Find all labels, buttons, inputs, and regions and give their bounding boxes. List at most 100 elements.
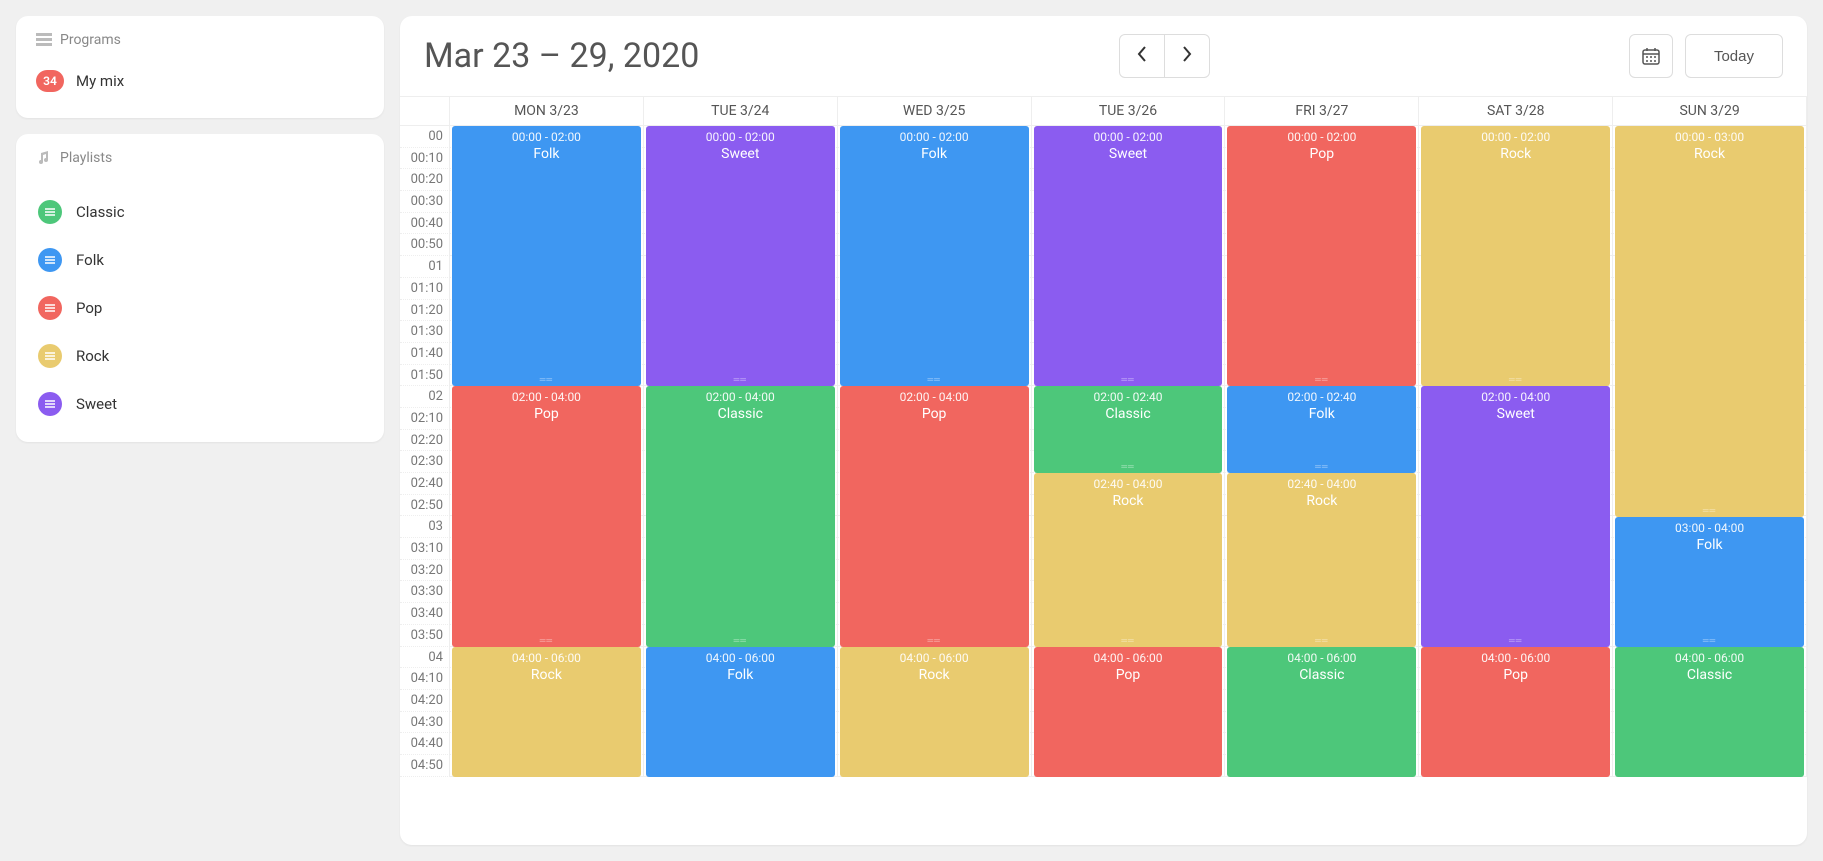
- resize-handle-icon[interactable]: ══: [1615, 636, 1804, 645]
- schedule-event[interactable]: 02:00 - 02:40Folk══: [1227, 386, 1416, 473]
- schedule-event[interactable]: 03:00 - 04:00Folk══: [1615, 517, 1804, 647]
- event-time: 04:00 - 06:00: [1034, 651, 1223, 665]
- event-label: Pop: [1227, 146, 1416, 162]
- chevron-right-icon: [1182, 46, 1192, 67]
- schedule-event[interactable]: 00:00 - 02:00 Sweet ══: [646, 126, 835, 386]
- schedule-event[interactable]: 00:00 - 02:00Folk══: [840, 126, 1029, 386]
- time-label: 02:40: [400, 473, 450, 495]
- resize-handle-icon[interactable]: ══: [1227, 375, 1416, 384]
- programs-icon: [36, 33, 50, 47]
- schedule-event[interactable]: 00:00 - 02:00Rock══: [1421, 126, 1610, 386]
- schedule-event[interactable]: 04:00 - 06:00Rock: [840, 647, 1029, 777]
- event-time: 04:00 - 06:00: [1421, 651, 1610, 665]
- resize-handle-icon[interactable]: ══: [1421, 636, 1610, 645]
- playlist-label: Pop: [76, 299, 102, 317]
- time-label: 04:30: [400, 712, 450, 734]
- playlist-color-swatch: [38, 344, 62, 368]
- day-column[interactable]: 00:00 - 02:00Folk══02:00 - 04:00Pop══04:…: [838, 126, 1032, 777]
- event-time: 00:00 - 02:00: [1034, 130, 1223, 144]
- event-label: Folk: [1227, 406, 1416, 422]
- event-label: Sweet: [646, 146, 835, 162]
- event-label: Classic: [1615, 667, 1804, 683]
- event-time: 04:00 - 06:00: [1227, 651, 1416, 665]
- programs-header: Programs: [60, 32, 121, 48]
- prev-week-button[interactable]: [1119, 34, 1165, 78]
- day-header: WED 3/25: [838, 97, 1032, 126]
- event-time: 00:00 - 03:00: [1615, 130, 1804, 144]
- day-column[interactable]: 00:00 - 03:00Rock══03:00 - 04:00Folk══04…: [1613, 126, 1807, 777]
- event-time: 00:00 - 02:00: [452, 130, 641, 144]
- day-column[interactable]: 00:00 - 02:00Rock══02:00 - 04:00Sweet══0…: [1419, 126, 1613, 777]
- schedule-event[interactable]: 00:00 - 02:00Sweet══: [1034, 126, 1223, 386]
- resize-handle-icon[interactable]: ══: [452, 636, 641, 645]
- schedule-event[interactable]: 02:00 - 04:00Pop══: [840, 386, 1029, 646]
- resize-handle-icon[interactable]: ══: [1421, 375, 1610, 384]
- resize-handle-icon[interactable]: ══: [1227, 462, 1416, 471]
- schedule-event[interactable]: 04:00 - 06:00 Pop: [1421, 647, 1610, 777]
- resize-handle-icon[interactable]: ══: [1034, 375, 1223, 384]
- event-label: Pop: [840, 406, 1029, 422]
- schedule-event[interactable]: 04:00 - 06:00Pop: [1034, 647, 1223, 777]
- time-label: 03:40: [400, 603, 450, 625]
- event-time: 04:00 - 06:00: [1615, 651, 1804, 665]
- event-time: 00:00 - 02:00: [840, 130, 1029, 144]
- schedule-event[interactable]: 00:00 - 02:00Pop══: [1227, 126, 1416, 386]
- schedule-event[interactable]: 02:00 - 04:00Classic══: [646, 386, 835, 646]
- resize-handle-icon[interactable]: ══: [1034, 636, 1223, 645]
- time-label: 01:10: [400, 278, 450, 300]
- programs-panel: Programs 34My mix: [16, 16, 384, 118]
- date-picker-button[interactable]: [1629, 34, 1673, 78]
- event-label: Rock: [1615, 146, 1804, 162]
- playlist-item[interactable]: Rock: [28, 332, 372, 380]
- calendar-icon: [1642, 47, 1660, 65]
- time-label: 03: [400, 516, 450, 538]
- time-label: 02:10: [400, 408, 450, 430]
- time-label: 00: [400, 126, 450, 148]
- event-label: Pop: [1421, 667, 1610, 683]
- resize-handle-icon[interactable]: ══: [646, 636, 835, 645]
- today-button[interactable]: Today: [1685, 34, 1783, 78]
- playlist-label: Sweet: [76, 395, 117, 413]
- program-item[interactable]: 34My mix: [36, 64, 364, 98]
- resize-handle-icon[interactable]: ══: [1227, 636, 1416, 645]
- resize-handle-icon[interactable]: ══: [646, 375, 835, 384]
- schedule-event[interactable]: 04:00 - 06:00Classic: [1227, 647, 1416, 777]
- playlist-item[interactable]: Pop: [28, 284, 372, 332]
- playlist-item[interactable]: Classic: [28, 188, 372, 236]
- event-time: 00:00 - 02:00: [1421, 130, 1610, 144]
- schedule-event[interactable]: 04:00 - 06:00Folk: [646, 647, 835, 777]
- schedule-event[interactable]: 00:00 - 03:00 Rock ══: [1615, 126, 1804, 517]
- resize-handle-icon[interactable]: ══: [1615, 506, 1804, 515]
- playlists-header: Playlists: [60, 150, 112, 166]
- event-label: Classic: [1034, 406, 1223, 422]
- time-label: 01:50: [400, 365, 450, 387]
- resize-handle-icon[interactable]: ══: [452, 375, 641, 384]
- chevron-left-icon: [1137, 46, 1147, 67]
- schedule-event[interactable]: 02:00 - 02:40Classic══: [1034, 386, 1223, 473]
- schedule-event[interactable]: 02:40 - 04:00Rock══: [1034, 473, 1223, 647]
- time-label: 01: [400, 256, 450, 278]
- playlist-item[interactable]: Sweet: [28, 380, 372, 428]
- playlist-color-swatch: [38, 200, 62, 224]
- event-time: 00:00 - 02:00: [646, 130, 835, 144]
- playlist-color-swatch: [38, 392, 62, 416]
- day-column[interactable]: 00:00 - 02:00Sweet══02:00 - 04:00Classic…: [644, 126, 838, 777]
- day-header: TUE 3/24: [644, 97, 838, 126]
- schedule-event[interactable]: 04:00 - 06:00Rock: [452, 647, 641, 777]
- schedule-event[interactable]: 02:40 - 04:00Rock══: [1227, 473, 1416, 647]
- resize-handle-icon[interactable]: ══: [1034, 462, 1223, 471]
- schedule-event[interactable]: 02:00 - 04:00Sweet══: [1421, 386, 1610, 646]
- time-label: 04:10: [400, 668, 450, 690]
- schedule-event[interactable]: 00:00 - 02:00Folk══: [452, 126, 641, 386]
- playlist-item[interactable]: Folk: [28, 236, 372, 284]
- event-time: 02:00 - 04:00: [1421, 390, 1610, 404]
- time-label: 03:30: [400, 581, 450, 603]
- schedule-event[interactable]: 04:00 - 06:00 Classic: [1615, 647, 1804, 777]
- schedule-event[interactable]: 02:00 - 04:00Pop══: [452, 386, 641, 646]
- day-column[interactable]: 00:00 - 02:00Folk══02:00 - 04:00Pop══04:…: [450, 126, 644, 777]
- day-column[interactable]: 00:00 - 02:00Pop══02:00 - 02:40Folk══02:…: [1225, 126, 1419, 777]
- day-column[interactable]: 00:00 - 02:00Sweet══02:00 - 02:40Classic…: [1032, 126, 1226, 777]
- resize-handle-icon[interactable]: ══: [840, 636, 1029, 645]
- resize-handle-icon[interactable]: ══: [840, 375, 1029, 384]
- next-week-button[interactable]: [1164, 34, 1210, 78]
